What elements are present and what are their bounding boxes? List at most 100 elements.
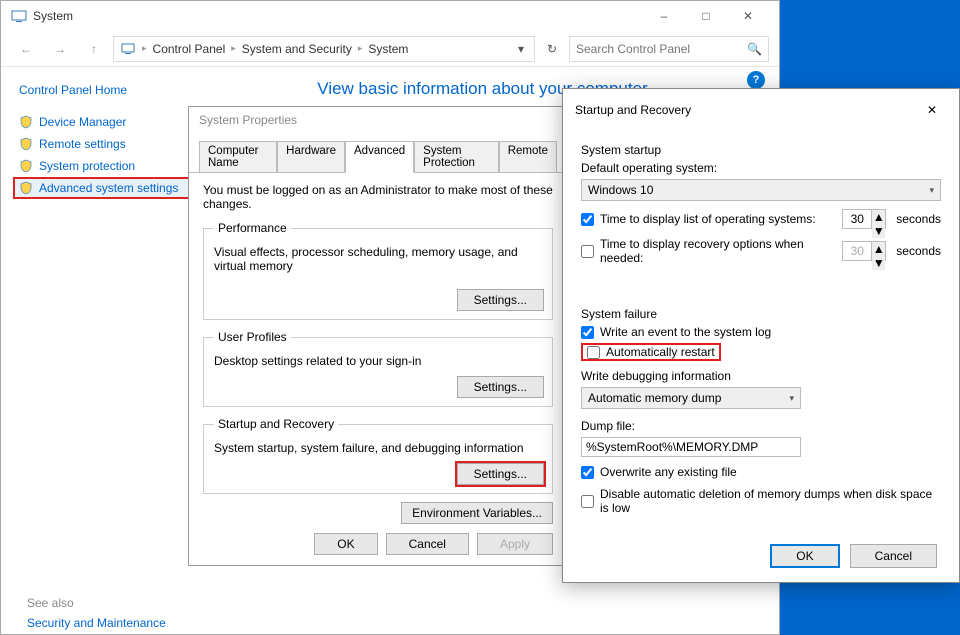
dump-file-label: Dump file:	[581, 419, 941, 433]
dialog-footer: OK Cancel Apply	[314, 533, 553, 555]
write-event-label: Write an event to the system log	[600, 325, 771, 339]
sidebar-item-advanced-system-settings[interactable]: Advanced system settings	[13, 177, 196, 199]
navbar: ← → ↑ ▸ Control Panel ▸ System and Secur…	[1, 31, 779, 67]
dump-file-input[interactable]	[581, 437, 801, 457]
chevron-down-icon: ▾	[789, 393, 794, 404]
user-profiles-settings-button[interactable]: Settings...	[457, 376, 544, 398]
tab-remote[interactable]: Remote	[499, 141, 557, 173]
see-also-label: See also	[27, 596, 74, 610]
user-profiles-desc: Desktop settings related to your sign-in	[214, 352, 542, 376]
dialog-titlebar: Startup and Recovery ✕	[563, 89, 959, 131]
sidebar-item-label: Advanced system settings	[39, 181, 178, 195]
minimize-button[interactable]: –	[643, 1, 685, 31]
shield-icon	[19, 181, 33, 195]
sidebar-item-device-manager[interactable]: Device Manager	[19, 111, 196, 133]
shield-icon	[19, 137, 33, 151]
performance-settings-button[interactable]: Settings...	[457, 289, 544, 311]
cancel-button[interactable]: Cancel	[386, 533, 469, 555]
time-recovery-unit: seconds	[896, 244, 941, 258]
control-panel-home-link[interactable]: Control Panel Home	[19, 83, 196, 97]
write-event-checkbox[interactable]	[581, 326, 594, 339]
breadcrumb[interactable]: ▸ Control Panel ▸ System and Security ▸ …	[113, 36, 535, 62]
dialog-title: System Properties	[189, 107, 567, 133]
sidebar-item-label: Remote settings	[39, 137, 126, 151]
tabstrip: Computer Name Hardware Advanced System P…	[189, 133, 567, 172]
system-startup-label: System startup	[581, 143, 941, 157]
disable-deletion-checkbox[interactable]	[581, 495, 594, 508]
breadcrumb-item[interactable]: Control Panel	[153, 42, 226, 56]
startup-recovery-desc: System startup, system failure, and debu…	[214, 439, 542, 463]
search-field[interactable]	[576, 42, 743, 56]
breadcrumb-item[interactable]: System and Security	[242, 42, 352, 56]
refresh-button[interactable]: ↻	[539, 36, 565, 62]
close-button[interactable]: ✕	[727, 1, 769, 31]
up-button[interactable]: ↑	[79, 34, 109, 64]
tab-system-protection[interactable]: System Protection	[414, 141, 499, 173]
time-list-label: Time to display list of operating system…	[600, 212, 832, 226]
chevron-down-icon: ▾	[929, 185, 934, 196]
auto-restart-label: Automatically restart	[606, 345, 715, 359]
spin-down-icon[interactable]: ▼	[872, 256, 885, 270]
time-list-checkbox[interactable]	[581, 213, 594, 226]
disable-deletion-label: Disable automatic deletion of memory dum…	[600, 487, 941, 515]
sidebar-item-label: Device Manager	[39, 115, 126, 129]
environment-variables-button[interactable]: Environment Variables...	[401, 502, 553, 524]
time-list-row: Time to display list of operating system…	[581, 209, 941, 229]
chevron-right-icon: ▸	[358, 43, 363, 54]
default-os-label: Default operating system:	[581, 161, 941, 175]
startup-recovery-settings-button[interactable]: Settings...	[457, 463, 544, 485]
system-icon	[11, 8, 27, 24]
default-os-dropdown[interactable]: Windows 10 ▾	[581, 179, 941, 201]
time-recovery-spinner[interactable]: ▲▼	[842, 241, 886, 261]
spin-up-icon[interactable]: ▲	[872, 210, 885, 224]
user-profiles-group: User Profiles Desktop settings related t…	[203, 330, 553, 407]
maximize-button[interactable]: □	[685, 1, 727, 31]
shield-icon	[19, 115, 33, 129]
sidebar-item-label: System protection	[39, 159, 135, 173]
security-maintenance-link[interactable]: Security and Maintenance	[27, 616, 166, 630]
close-button[interactable]: ✕	[917, 97, 947, 123]
tab-computer-name[interactable]: Computer Name	[199, 141, 277, 173]
dump-type-dropdown[interactable]: Automatic memory dump ▾	[581, 387, 801, 409]
time-list-value[interactable]	[843, 212, 871, 226]
dialog-footer: OK Cancel	[770, 544, 937, 568]
time-recovery-checkbox[interactable]	[581, 245, 594, 258]
spin-up-icon[interactable]: ▲	[872, 242, 885, 256]
tab-hardware[interactable]: Hardware	[277, 141, 345, 173]
sidebar-item-remote-settings[interactable]: Remote settings	[19, 133, 196, 155]
performance-desc: Visual effects, processor scheduling, me…	[214, 243, 542, 281]
dialog-body: System startup Default operating system:…	[563, 131, 959, 521]
ok-button[interactable]: OK	[770, 544, 839, 568]
startup-recovery-group: Startup and Recovery System startup, sys…	[203, 417, 553, 494]
sidebar: Control Panel Home Device Manager Remote…	[1, 67, 196, 634]
cancel-button[interactable]: Cancel	[850, 544, 937, 568]
chevron-right-icon: ▸	[142, 43, 147, 54]
auto-restart-checkbox[interactable]	[587, 346, 600, 359]
tab-content: You must be logged on as an Administrato…	[189, 172, 567, 504]
ok-button[interactable]: OK	[314, 533, 377, 555]
search-input[interactable]: 🔍	[569, 36, 769, 62]
apply-button[interactable]: Apply	[477, 533, 553, 555]
breadcrumb-item[interactable]: System	[368, 42, 408, 56]
startup-recovery-legend: Startup and Recovery	[214, 417, 338, 431]
forward-button[interactable]: →	[45, 34, 75, 64]
time-recovery-value[interactable]	[843, 244, 871, 258]
spin-down-icon[interactable]: ▼	[872, 224, 885, 238]
back-button[interactable]: ←	[11, 34, 41, 64]
performance-group: Performance Visual effects, processor sc…	[203, 221, 553, 320]
time-list-spinner[interactable]: ▲▼	[842, 209, 886, 229]
chevron-down-icon[interactable]: ▾	[514, 42, 528, 56]
auto-restart-row: Automatically restart	[581, 343, 941, 361]
system-properties-dialog: System Properties Computer Name Hardware…	[188, 106, 568, 566]
time-list-unit: seconds	[896, 212, 941, 226]
dump-type-value: Automatic memory dump	[588, 391, 721, 405]
write-event-row: Write an event to the system log	[581, 325, 941, 339]
computer-icon	[120, 41, 136, 57]
sidebar-item-system-protection[interactable]: System protection	[19, 155, 196, 177]
tab-advanced[interactable]: Advanced	[345, 141, 414, 173]
help-icon[interactable]: ?	[747, 71, 765, 89]
titlebar: System – □ ✕	[1, 1, 779, 31]
overwrite-checkbox[interactable]	[581, 466, 594, 479]
window-title: System	[33, 9, 643, 23]
search-icon: 🔍	[747, 42, 762, 56]
